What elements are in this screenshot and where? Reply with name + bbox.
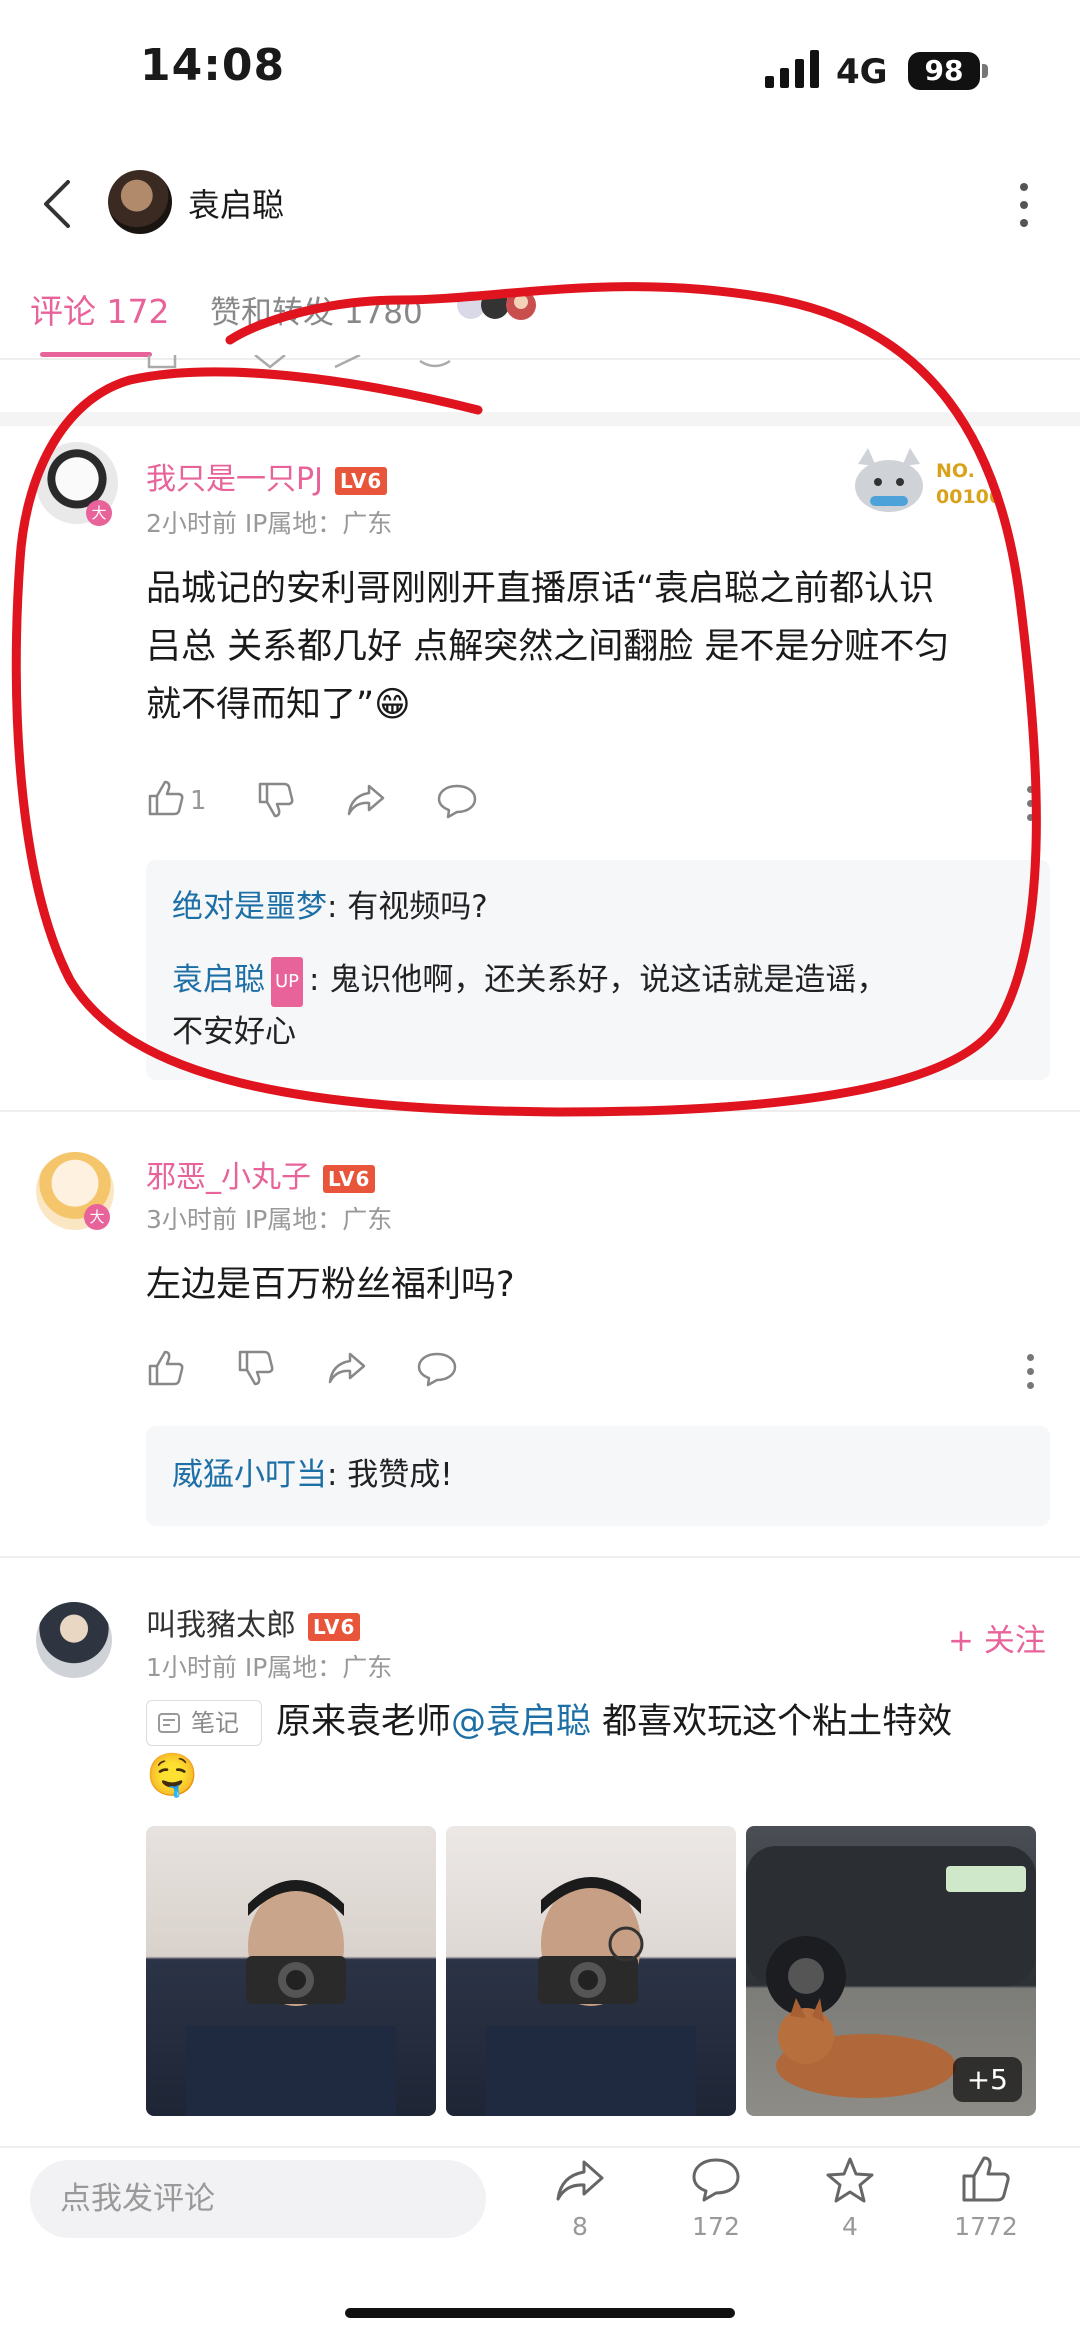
tab-likes-reposts[interactable]: 赞和转发 1780: [210, 287, 423, 332]
status-time: 14:08: [140, 40, 286, 91]
battery-icon: 98: [908, 52, 980, 90]
comment-meta: 2小时前 IP属地：广东: [146, 509, 393, 538]
vip-badge-icon: 大: [84, 1204, 110, 1230]
comment-divider: [0, 1556, 1080, 1558]
note-tag-label: 笔记: [191, 1709, 239, 1737]
like-icon[interactable]: [146, 778, 186, 818]
bottom-bar-divider: [0, 2146, 1080, 2148]
share-icon[interactable]: [326, 1350, 368, 1386]
reply-text: : 鬼识他啊，还关系好，说这话就是造谣，: [309, 962, 888, 998]
liker-avatars-icon: [457, 290, 536, 320]
comment-avatar[interactable]: [36, 1602, 112, 1678]
star-icon: [826, 2157, 874, 2203]
comment-username[interactable]: 我只是一只PJ LV6: [146, 454, 388, 498]
level-badge: LV6: [334, 466, 388, 495]
more-options-icon[interactable]: [1019, 183, 1029, 229]
mention-link[interactable]: @袁启聪: [451, 1702, 591, 1742]
comment-meta: 3小时前 IP属地：广东: [146, 1205, 393, 1234]
comment-meta: 1小时前 IP属地：广东: [146, 1653, 393, 1682]
level-badge: LV6: [323, 1164, 376, 1193]
dislike-icon[interactable]: [256, 780, 296, 820]
like-count: 1772: [954, 2212, 1018, 2241]
bottom-favorite-button[interactable]: 4: [800, 2156, 900, 2241]
reply-username[interactable]: 绝对是噩梦: [172, 889, 327, 925]
reply-item[interactable]: 袁启聪 UP: 鬼识他啊，还关系好，说这话就是造谣， 不安好心: [172, 955, 1032, 1057]
bottom-comment-button[interactable]: 172: [666, 2156, 766, 2241]
nav-avatar[interactable]: [108, 170, 172, 234]
comment-more-icon[interactable]: [1025, 1354, 1035, 1400]
reply-text: : 有视频吗?: [327, 889, 488, 925]
fan-badge-number: NO. 00106: [936, 460, 1003, 508]
level-badge: LV6: [308, 1612, 361, 1641]
photo-person-camera: [186, 1880, 396, 2116]
vip-badge-icon: 大: [86, 500, 112, 526]
comment-image[interactable]: [146, 1826, 436, 2116]
favorite-count: 4: [842, 2212, 858, 2241]
comment-username[interactable]: 叫我豬太郎 LV6: [146, 1600, 361, 1644]
back-arrow-icon[interactable]: [38, 178, 78, 230]
note-tag[interactable]: 笔记: [146, 1700, 262, 1746]
comment-text: 品城记的安利哥刚刚开直播原话“袁启聪之前都认识 吕总 关系都几好 点解突然之间翻…: [146, 569, 950, 725]
reply-text: : 我赞成!: [327, 1457, 453, 1493]
comment-count: 172: [692, 2212, 740, 2241]
reply-username[interactable]: 袁启聪: [172, 962, 265, 998]
reply-username[interactable]: 威猛小叮当: [172, 1457, 327, 1493]
more-images-badge[interactable]: +5: [952, 2057, 1022, 2102]
comment-image[interactable]: +5: [746, 1826, 1036, 2116]
drool-emoji-icon: 🤤: [146, 1750, 199, 1799]
reply-item[interactable]: 绝对是噩梦: 有视频吗?: [172, 882, 488, 932]
comment-icon: [692, 2158, 740, 2202]
tab-active-underline: [40, 352, 152, 357]
up-badge: UP: [271, 956, 304, 1007]
bottom-like-button[interactable]: 1772: [936, 2154, 1036, 2241]
comment-text: 原来袁老师@袁启聪 都喜欢玩这个粘土特效: [276, 1702, 953, 1742]
reply-text-cont: 不安好心: [172, 1013, 296, 1050]
network-type: 4G: [836, 52, 888, 92]
comment-divider: [0, 1110, 1080, 1112]
reply-icon[interactable]: [416, 1350, 458, 1388]
tab-comments[interactable]: 评论 172: [30, 285, 169, 333]
like-icon[interactable]: [146, 1348, 186, 1388]
note-icon: [158, 1713, 180, 1733]
reply-icon[interactable]: [436, 782, 478, 820]
previous-actions-partial: [147, 355, 451, 369]
photo-person-camera: [486, 1877, 696, 2116]
reply-item[interactable]: 威猛小叮当: 我赞成!: [172, 1450, 453, 1500]
section-gap: [0, 412, 1080, 426]
like-count: 1: [190, 786, 207, 816]
dislike-icon[interactable]: [236, 1348, 276, 1388]
like-icon: [962, 2156, 1010, 2202]
share-count: 8: [572, 2212, 588, 2241]
comment-input[interactable]: 点我发评论: [30, 2160, 486, 2238]
share-icon: [556, 2160, 604, 2201]
comment-more-icon[interactable]: [1025, 786, 1035, 832]
share-icon[interactable]: [345, 782, 387, 818]
comment-image[interactable]: [446, 1826, 736, 2116]
comment-username[interactable]: 邪恶_小丸子 LV6: [146, 1152, 376, 1196]
fan-badge-cat-icon: [855, 448, 923, 512]
battery-tip: [982, 64, 988, 78]
home-indicator: [345, 2308, 735, 2318]
bottom-share-button[interactable]: 8: [530, 2158, 630, 2241]
comment-text: 左边是百万粉丝福利吗?: [146, 1265, 515, 1305]
signal-icon: [765, 50, 819, 88]
page-title[interactable]: 袁启聪: [188, 180, 284, 226]
follow-button[interactable]: + 关注: [948, 1615, 1046, 1660]
